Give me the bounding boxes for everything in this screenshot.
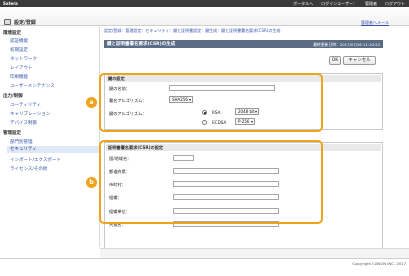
sidebar-item[interactable]: 初期設定 [10,47,28,53]
ok-button[interactable]: OK [329,56,341,65]
sidebar-item[interactable]: ユーティリティ [10,102,41,108]
sidebar-item[interactable]: キャリブレーション [10,111,50,117]
sidebar: 環境設定 認証機能 初期設定 ネットワーク レイアウト 印刷機能 ユーザーメンテ… [0,27,100,247]
sidebar-item[interactable]: ライセンス/その他 [10,166,47,172]
footer: Copyright CANON INC. 2017 [0,258,409,276]
sidebar-section-management: 管理設定 [3,131,21,136]
sidebar-section-preferences: 環境設定 [3,31,21,36]
callout-badge-b: b [86,177,97,188]
sidebar-item[interactable]: 認証機能 [10,38,28,44]
mail-admin-link[interactable]: 管理者へメール [361,20,389,26]
sidebar-item-security[interactable]: セキュリティ [7,146,99,153]
timestamp: 最終更新日時：2017/07/26 11:10:22 [313,42,380,47]
sidebar-item[interactable]: インポート/エクスポート [10,157,61,163]
top-bar: Satera ポータルへ ログインユーザー： 管理者 ログアウト [0,0,409,7]
sidebar-item[interactable]: ユーザーメンテナンス [10,83,55,89]
copyright: Copyright CANON INC. 2017 [352,261,406,266]
content-titlebar: 鍵と証明書署名要求(CSR)の生成 最終更新日時：2017/07/26 11:1… [104,40,383,48]
page-header: 設定/登録 管理者へメール [0,7,409,26]
sidebar-item[interactable]: デバイス制御 [10,120,37,126]
sidebar-item[interactable]: レイアウト [10,65,33,71]
bottom-strip [100,248,409,258]
brand-logo: Satera [3,1,18,6]
sidebar-item[interactable]: 印刷機能 [10,74,28,80]
cancel-button[interactable]: キャンセル [343,56,376,65]
sidebar-item[interactable]: ネットワーク [10,56,37,62]
page-title: 設定/登録 [14,20,36,26]
sidebar-section-output: 出力/制御 [3,94,23,99]
breadcrumb[interactable]: 設定/登録：管理設定：セキュリティ：鍵と証明書設定：鍵生成：鍵と証明書署名要求(… [104,28,280,34]
sidebar-item[interactable]: 部門別管理 [10,139,33,145]
callout-frame-a [99,73,323,132]
content-title: 鍵と証明書署名要求(CSR)の生成 [107,42,176,47]
callout-frame-b [99,140,323,224]
settings-icon [4,19,11,25]
callout-badge-a: a [86,97,97,108]
